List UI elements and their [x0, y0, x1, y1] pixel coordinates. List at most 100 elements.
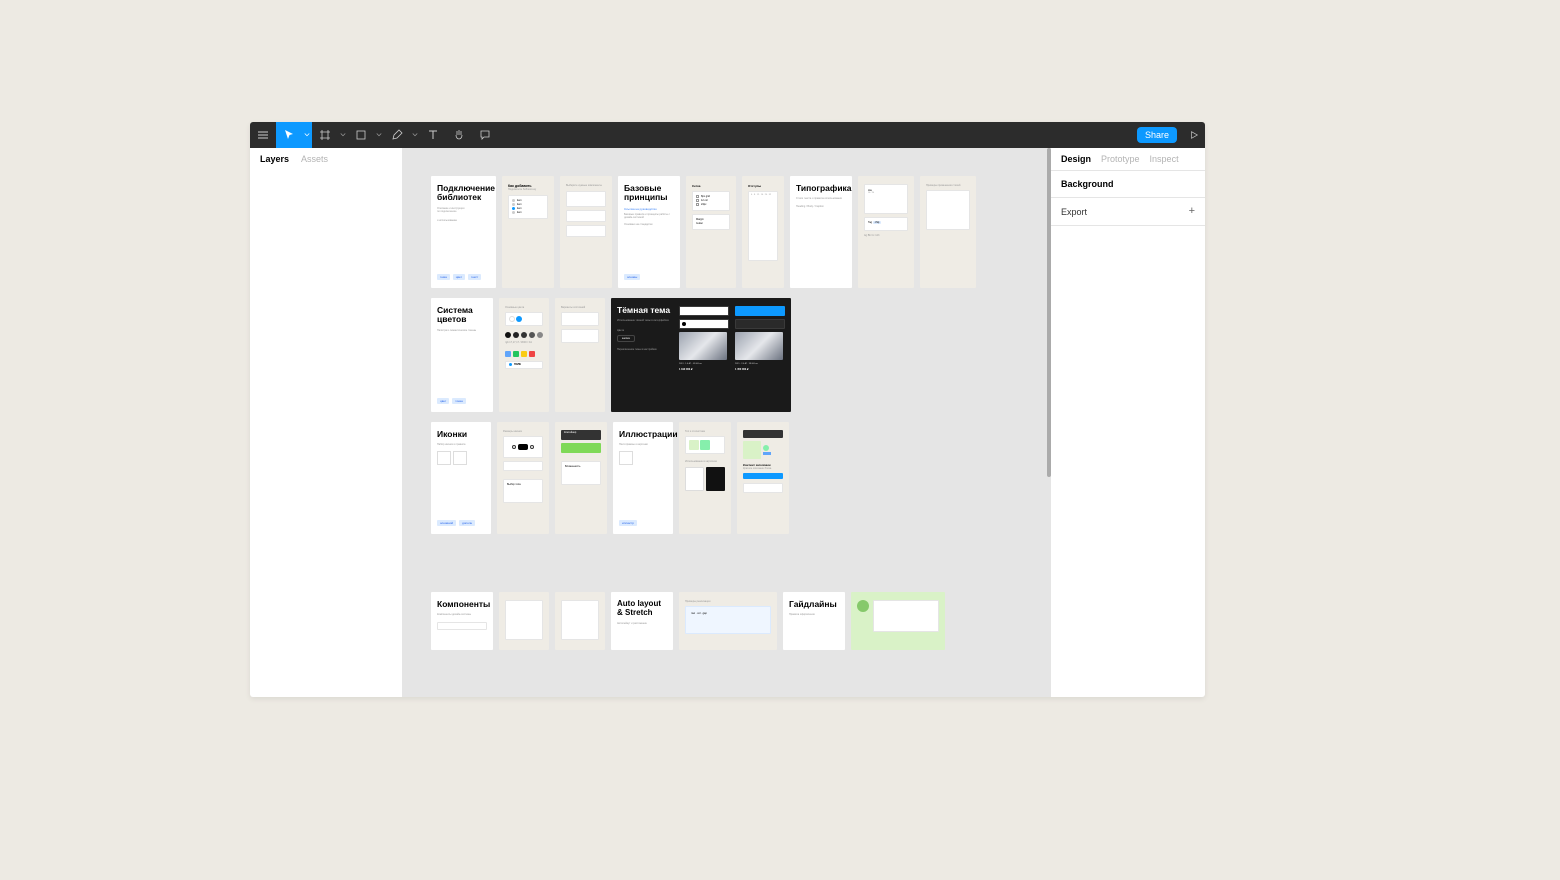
frame-guidelines[interactable]: Гайдлайны Правила оформления	[783, 592, 845, 650]
frame-comp-2[interactable]	[499, 592, 549, 650]
mini-panel: Margin Gutter	[692, 214, 730, 230]
right-panel: Design Prototype Inspect Background Expo…	[1051, 148, 1205, 697]
frame-autolayout[interactable]: Auto layout & Stretch Автолейаут и растя…	[611, 592, 673, 650]
text-tool-button[interactable]	[420, 122, 446, 148]
right-panel-tabs: Design Prototype Inspect	[1051, 148, 1205, 170]
move-tool-button[interactable]	[276, 122, 302, 148]
frame-comp-3[interactable]	[555, 592, 605, 650]
canvas[interactable]: Подключение библиотек Описание и инструк…	[403, 148, 1051, 697]
tag: текст	[468, 274, 481, 280]
frame-colors-2[interactable]: Основные цвета	[499, 298, 549, 412]
card-title: Auto layout & Stretch	[617, 600, 667, 618]
card-title: Иллюстрации	[619, 430, 667, 439]
share-button[interactable]: Share	[1137, 127, 1177, 143]
mini-text: Набор иконок и правила	[437, 443, 485, 446]
mini-panel: Контейнер	[561, 430, 601, 440]
frame-illus-3[interactable]: Контент заголовок Краткое описание блока	[737, 422, 789, 534]
card-title: Иконки	[437, 430, 485, 439]
export-section[interactable]: Export +	[1051, 197, 1205, 226]
move-tool-chevron[interactable]	[302, 122, 312, 148]
frame-illus-2[interactable]: Тип и стилистика Использование в карточк…	[679, 422, 731, 534]
card-title: Типографика	[796, 184, 846, 193]
shape-tool-chevron[interactable]	[374, 132, 384, 138]
present-button[interactable]	[1183, 122, 1205, 148]
mini-text: Ag Bb Cc 123	[864, 234, 908, 237]
background-section[interactable]: Background	[1051, 170, 1205, 197]
mini-text: Переключение темы в настройках	[617, 348, 673, 351]
mini-heading: Сетка	[692, 184, 730, 188]
frame-tool-button[interactable]	[312, 122, 338, 148]
top-toolbar: Share	[250, 122, 1205, 148]
mini-text: Подключите библиотеку	[508, 188, 548, 191]
comment-tool-button[interactable]	[472, 122, 498, 148]
menu-button[interactable]	[250, 122, 276, 148]
mini-panel	[685, 436, 725, 454]
mini-panel	[926, 190, 970, 230]
frame-libs-3[interactable]: Выберите нужные компоненты	[560, 176, 612, 288]
pen-tool-chevron[interactable]	[410, 132, 420, 138]
frame-icons-3[interactable]: Контейнер Вложенность	[555, 422, 607, 534]
background-label: Background	[1061, 179, 1114, 189]
card-title: Компоненты	[437, 600, 487, 609]
frame-colors-3[interactable]: Варианты состояний	[555, 298, 605, 412]
frame-typography[interactable]: Типографика Стили текста и правила испол…	[790, 176, 852, 288]
frame-typo-3[interactable]: Примеры применения стилей	[920, 176, 976, 288]
tag-row: цвет токен	[437, 392, 487, 404]
row-1: Подключение библиотек Описание и инструк…	[431, 176, 1051, 288]
mini-panel	[503, 436, 543, 458]
tag-row: основы	[624, 268, 674, 280]
mini-text: Примеры реализации	[685, 600, 771, 603]
frame-principles[interactable]: Базовые принципы Ссылка на руководство Б…	[618, 176, 680, 288]
tab-prototype[interactable]: Prototype	[1101, 154, 1140, 164]
tab-inspect[interactable]: Inspect	[1150, 154, 1179, 164]
frame-auto-2[interactable]: Примеры реализации row · col · gap	[679, 592, 777, 650]
mini-heading: Отступы	[748, 184, 778, 188]
frame-principles-2[interactable]: Сетка 8px grid 12 col 24px Margin Gutter	[686, 176, 736, 288]
mini-text: Использование в карточках	[685, 460, 725, 463]
frame-illustrations[interactable]: Иллюстрации Пиктограммы и картинки иллюс…	[613, 422, 673, 534]
card-title: Подключение библиотек	[437, 184, 490, 203]
mini-text: Размеры иконок	[503, 430, 543, 433]
row-2: Система цветов Палитра и семантические т…	[431, 298, 1051, 412]
mini-panel: Вложенность	[561, 461, 601, 485]
tab-layers[interactable]: Layers	[260, 154, 289, 164]
mini-panel: Tag chip	[864, 217, 908, 231]
card-text: и использованию	[437, 219, 490, 222]
tab-design[interactable]: Design	[1061, 154, 1091, 164]
accent-bar	[561, 443, 601, 453]
frame-libs-2[interactable]: Как добавить Подключите библиотеку item …	[502, 176, 554, 288]
mini-panel	[566, 225, 606, 237]
hand-tool-button[interactable]	[446, 122, 472, 148]
tab-assets[interactable]: Assets	[301, 154, 328, 164]
frame-icons-2[interactable]: Размеры иконок Выбор типа	[497, 422, 549, 534]
frame-components[interactable]: Компоненты Компоненты дизайн-системы	[431, 592, 493, 650]
shape-tool-button[interactable]	[348, 122, 374, 148]
pen-tool-button[interactable]	[384, 122, 410, 148]
mini-text: Примеры применения стилей	[926, 184, 970, 187]
frame-tool-chevron[interactable]	[338, 132, 348, 138]
mini-panel	[503, 461, 543, 471]
frame-principles-3[interactable]: Отступы 4 · 8 · 12 · 16 · 24 · 32	[742, 176, 784, 288]
card-link: Ссылка на руководство	[624, 207, 674, 211]
tag: иллюстр	[619, 520, 637, 526]
frame-colors[interactable]: Система цветов Палитра и семантические т…	[431, 298, 493, 412]
tag: цвет	[453, 274, 465, 280]
tag: токен	[452, 398, 466, 404]
tag: цвет	[437, 398, 449, 404]
swatch-row	[505, 351, 543, 357]
row-4: Компоненты Компоненты дизайн-системы Aut…	[431, 592, 1051, 650]
frame-guide-2[interactable]	[851, 592, 945, 650]
mini-text: Варианты состояний	[561, 306, 599, 309]
mini-text: Пиктограммы и картинки	[619, 443, 667, 446]
figma-window: Share Layers Assets Подключение библ	[250, 122, 1205, 697]
frame-dark-theme[interactable]: Тёмная тема Использование тёмной темы в …	[611, 298, 791, 412]
frame-typo-2[interactable]: Aa 14 / 20 Tag chip Ag Bb Cc 123	[858, 176, 914, 288]
mini-panel	[566, 210, 606, 222]
frame-libraries[interactable]: Подключение библиотек Описание и инструк…	[431, 176, 496, 288]
mini-text: Основано на стандартах	[624, 223, 674, 226]
frame-icons[interactable]: Иконки Набор иконок и правила основной д…	[431, 422, 491, 534]
mini-panel: Aa 14 / 20	[864, 184, 908, 214]
plus-icon[interactable]: +	[1189, 206, 1195, 217]
card-title: Система цветов	[437, 306, 487, 325]
mini-text: Цвета	[617, 329, 673, 332]
